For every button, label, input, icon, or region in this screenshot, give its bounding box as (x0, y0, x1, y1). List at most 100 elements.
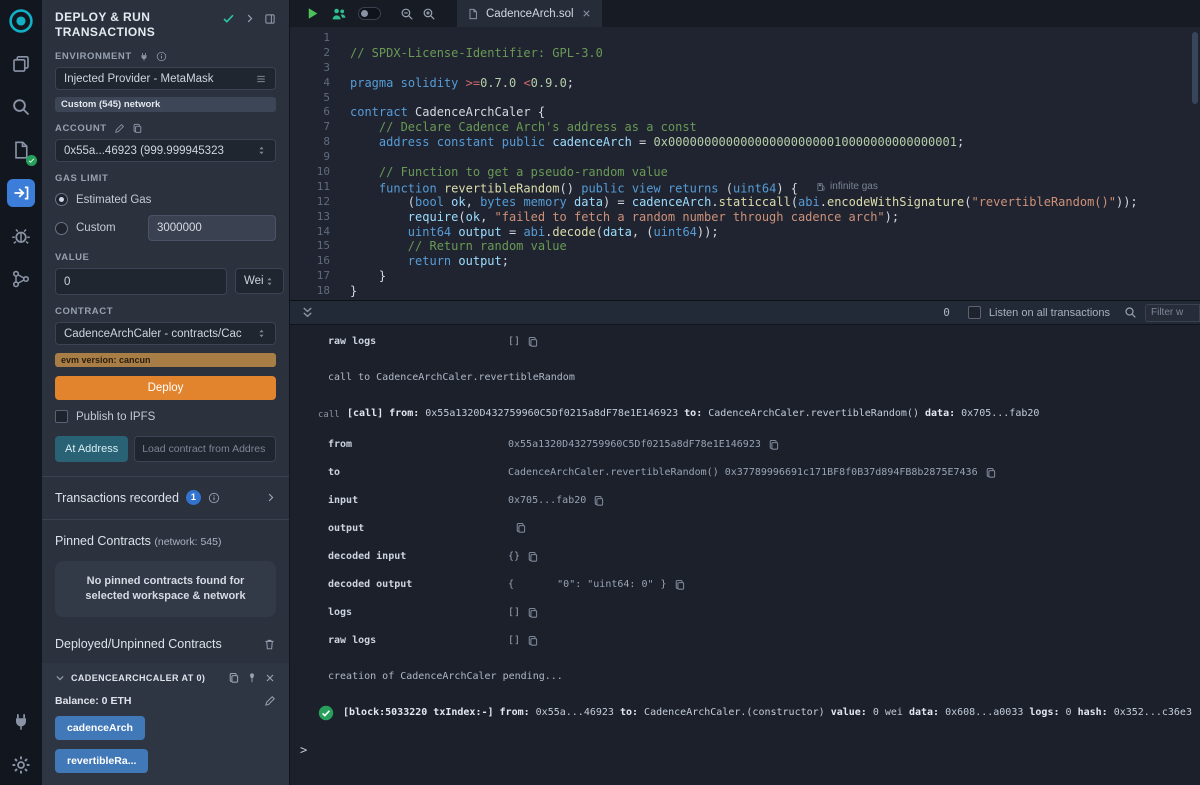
copy-icon[interactable] (768, 439, 780, 451)
deploy-button[interactable]: Deploy (55, 376, 276, 400)
copy-icon[interactable] (228, 672, 240, 684)
code-line[interactable]: 7 // Declare Cadence Arch's address as a… (290, 120, 1200, 135)
info-icon[interactable] (208, 492, 220, 504)
people-icon[interactable] (331, 6, 347, 22)
line-number[interactable]: 13 (290, 210, 330, 225)
line-number[interactable]: 3 (290, 61, 330, 76)
deploy-run-icon[interactable] (7, 179, 35, 207)
line-number[interactable]: 14 (290, 225, 330, 240)
edit-icon[interactable] (264, 695, 276, 707)
plug-icon[interactable] (139, 52, 149, 62)
code-line[interactable]: 8 address constant public cadenceArch = … (290, 135, 1200, 150)
line-number[interactable]: 11 (290, 180, 330, 195)
code-editor[interactable]: 12// SPDX-License-Identifier: GPL-3.034p… (290, 27, 1200, 300)
line-number[interactable]: 1 (290, 31, 330, 46)
close-icon[interactable] (264, 672, 276, 684)
debugger-icon[interactable] (7, 222, 35, 250)
line-number[interactable]: 12 (290, 195, 330, 210)
zoom-in-icon[interactable] (422, 7, 436, 21)
code-line[interactable]: 9 (290, 150, 1200, 165)
line-number[interactable]: 7 (290, 120, 330, 135)
contract-select[interactable]: CadenceArchCaler - contracts/Cac (55, 322, 276, 345)
copy-icon[interactable] (515, 522, 527, 534)
line-number[interactable]: 10 (290, 165, 330, 180)
transaction-summary[interactable]: [block:5033220 txIndex:-] from: 0x55a...… (290, 691, 1200, 730)
search-icon[interactable] (7, 93, 35, 121)
play-icon[interactable] (305, 6, 320, 21)
collapse-terminal-icon[interactable] (300, 305, 315, 320)
environment-select[interactable]: Injected Provider - MetaMask (55, 67, 276, 90)
code-line[interactable]: 16 return output; (290, 254, 1200, 269)
info-icon[interactable] (156, 51, 167, 62)
function-button-revertiblerandom[interactable]: revertibleRa... (55, 749, 148, 773)
line-number[interactable]: 16 (290, 254, 330, 269)
copy-icon[interactable] (593, 495, 605, 507)
remix-logo[interactable] (7, 7, 35, 35)
copy-icon[interactable] (985, 467, 997, 479)
code-line[interactable]: 17 } (290, 269, 1200, 284)
at-address-button[interactable]: At Address (55, 436, 128, 462)
at-address-input[interactable] (134, 436, 276, 462)
code-line[interactable]: 14 uint64 output = abi.decode(data, (uin… (290, 225, 1200, 240)
pin-icon[interactable] (246, 672, 258, 684)
line-number[interactable]: 18 (290, 284, 330, 299)
code-line[interactable]: 3 (290, 61, 1200, 76)
copy-icon[interactable] (132, 123, 143, 134)
contract-instance-header[interactable]: CADENCEARCHCALER AT 0) (55, 672, 276, 684)
custom-gas-input[interactable] (148, 215, 276, 241)
code-line[interactable]: 2// SPDX-License-Identifier: GPL-3.0 (290, 46, 1200, 61)
trash-icon[interactable] (263, 638, 276, 651)
editor-scrollbar[interactable] (1192, 32, 1198, 104)
value-unit-select[interactable]: Wei (235, 268, 284, 294)
tab-close-icon[interactable] (581, 8, 592, 19)
line-number[interactable]: 5 (290, 91, 330, 106)
copy-icon[interactable] (527, 551, 539, 563)
publish-ipfs-checkbox[interactable] (55, 410, 68, 423)
line-number[interactable]: 2 (290, 46, 330, 61)
terminal-log[interactable]: raw logs[]call to CadenceArchCaler.rever… (290, 325, 1200, 785)
expand-chevron-icon[interactable] (244, 13, 255, 24)
transactions-recorded-row[interactable]: Transactions recorded 1 (55, 490, 276, 505)
line-number[interactable]: 15 (290, 239, 330, 254)
plugin-manager-icon[interactable] (7, 708, 35, 736)
code-line[interactable]: 5 (290, 91, 1200, 106)
listen-all-checkbox[interactable] (968, 306, 981, 319)
code-line[interactable]: 1 (290, 31, 1200, 46)
code-line[interactable]: 6contract CadenceArchCaler { (290, 105, 1200, 120)
line-number[interactable]: 4 (290, 76, 330, 91)
value-input[interactable] (55, 268, 227, 295)
chevron-right-icon[interactable] (265, 492, 276, 503)
edit-icon[interactable] (114, 123, 125, 134)
chevron-down-icon[interactable] (55, 673, 65, 683)
terminal-filter-input[interactable] (1145, 304, 1200, 322)
code-line[interactable]: 10 // Function to get a pseudo-random va… (290, 165, 1200, 180)
git-icon[interactable] (7, 265, 35, 293)
line-number[interactable]: 8 (290, 135, 330, 150)
code-line[interactable]: 12 (bool ok, bytes memory data) = cadenc… (290, 195, 1200, 210)
terminal-prompt[interactable]: > (290, 730, 1200, 757)
custom-gas-radio[interactable] (55, 222, 68, 235)
account-select[interactable]: 0x55a...46923 (999.999945323 (55, 139, 276, 162)
code-line[interactable]: 11 function revertibleRandom() public vi… (290, 180, 1200, 195)
settings-icon[interactable] (7, 751, 35, 779)
code-line[interactable]: 13 require(ok, "failed to fetch a random… (290, 210, 1200, 225)
code-line[interactable]: 4pragma solidity >=0.7.0 <0.9.0; (290, 76, 1200, 91)
solidity-compiler-icon[interactable] (7, 136, 35, 164)
copy-icon[interactable] (527, 336, 539, 348)
copy-icon[interactable] (527, 635, 539, 647)
function-button-cadencearch[interactable]: cadenceArch (55, 716, 145, 740)
estimated-gas-radio[interactable] (55, 193, 68, 206)
search-icon[interactable] (1124, 306, 1137, 319)
code-line[interactable]: 15 // Return random value (290, 239, 1200, 254)
copy-icon[interactable] (674, 579, 686, 591)
file-explorer-icon[interactable] (7, 50, 35, 78)
transaction-summary[interactable]: call[call] from: 0x55a1320D432759960C5Df… (290, 392, 1200, 431)
popout-icon[interactable] (264, 13, 276, 25)
line-number[interactable]: 6 (290, 105, 330, 120)
zoom-out-icon[interactable] (400, 7, 414, 21)
copy-icon[interactable] (527, 607, 539, 619)
line-number[interactable]: 17 (290, 269, 330, 284)
toggle-icon[interactable] (358, 7, 381, 20)
code-line[interactable]: 18} (290, 284, 1200, 299)
line-number[interactable]: 9 (290, 150, 330, 165)
